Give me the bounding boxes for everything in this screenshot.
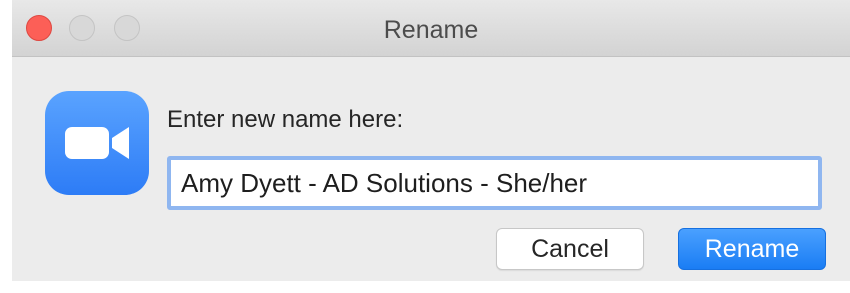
- rename-dialog-window: Rename Enter new name here: Cancel Renam…: [12, 0, 850, 281]
- title-bar[interactable]: Rename: [12, 0, 850, 57]
- cancel-button[interactable]: Cancel: [496, 228, 644, 270]
- rename-prompt-label: Enter new name here:: [167, 106, 404, 133]
- zoom-video-camera-icon: [45, 91, 149, 195]
- window-title: Rename: [383, 16, 479, 44]
- rename-button[interactable]: Rename: [678, 228, 826, 270]
- new-name-input[interactable]: [167, 156, 822, 210]
